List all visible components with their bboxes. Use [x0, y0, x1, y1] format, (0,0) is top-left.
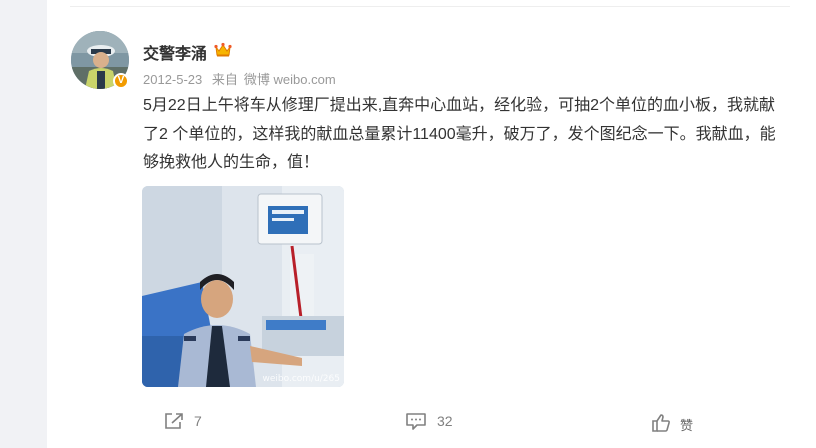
photo-image	[142, 186, 344, 387]
share-icon	[165, 413, 183, 429]
like-button[interactable]: 赞	[651, 412, 693, 434]
post-date[interactable]: 2012-5-23	[143, 72, 202, 87]
crown-icon[interactable]	[214, 42, 232, 58]
like-label: 赞	[680, 418, 694, 433]
thumbs-up-icon	[652, 414, 670, 432]
share-button[interactable]: 7	[164, 412, 202, 430]
post-meta: 2012-5-23 来自 微博 weibo.com	[143, 69, 342, 88]
source-prefix: 来自	[211, 72, 238, 87]
post-text: 5月22日上午将车从修理厂提出来,直奔中心血站，经化验，可抽2个单位的血小板，我…	[143, 97, 776, 171]
verified-badge: V	[113, 73, 129, 89]
photo-watermark: weibo.com/u/265	[262, 374, 341, 384]
comment-button[interactable]: 32	[405, 412, 453, 430]
comment-count: 32	[437, 413, 453, 429]
action-bar: 7 32 赞	[47, 404, 816, 438]
post-photo[interactable]: weibo.com/u/265	[142, 186, 344, 387]
comment-icon	[406, 413, 426, 430]
divider	[70, 6, 790, 7]
post-source[interactable]: 微博 weibo.com	[244, 72, 336, 87]
share-count: 7	[194, 413, 202, 429]
author-name[interactable]: 交警李涌	[143, 40, 207, 64]
